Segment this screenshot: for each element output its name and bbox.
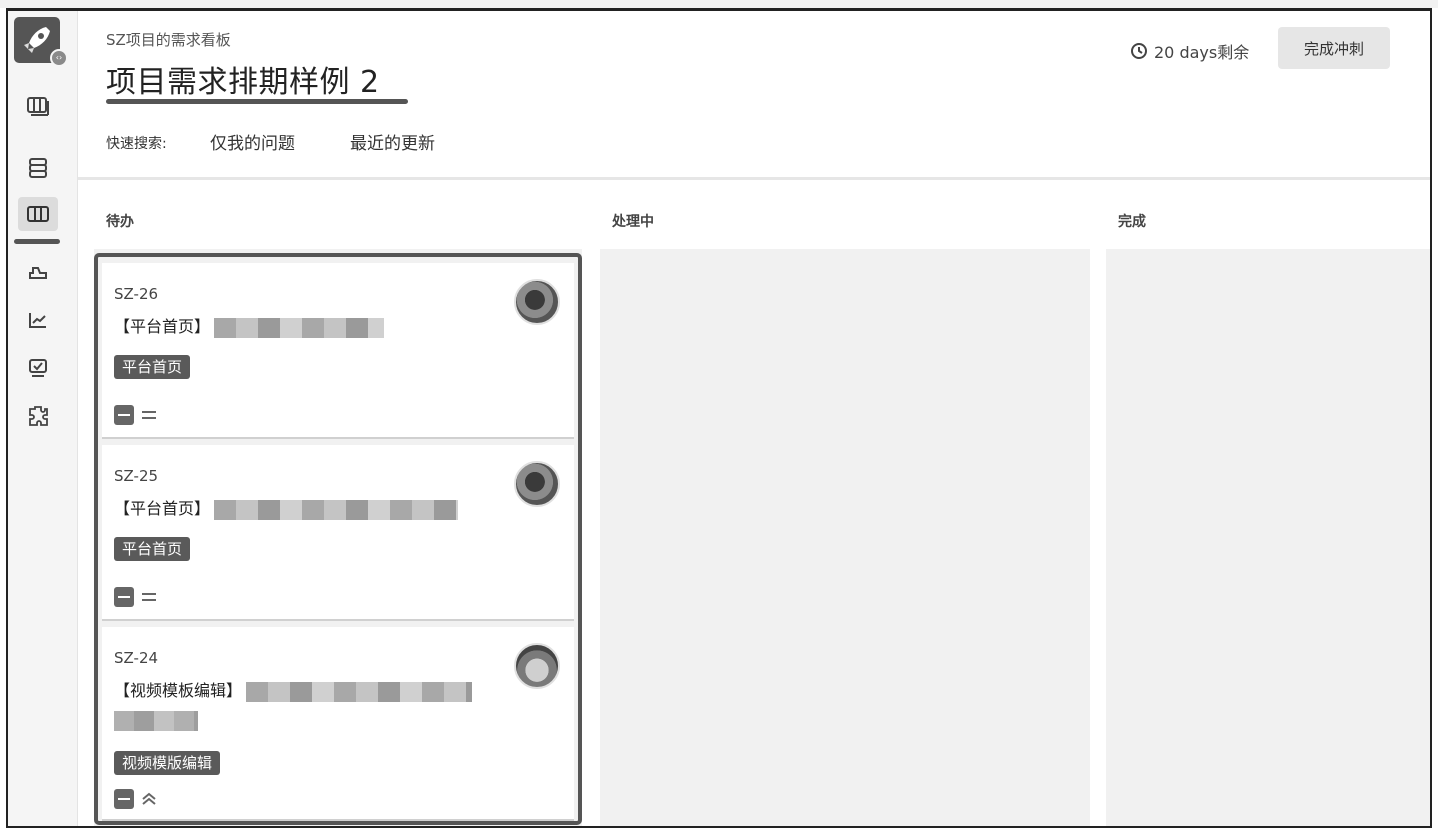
complete-sprint-button[interactable]: 完成冲刺 [1278, 27, 1390, 69]
high-priority-icon [142, 792, 156, 805]
page-title: 项目需求排期样例 2 [106, 65, 380, 100]
issue-label: 平台首页 [114, 537, 191, 561]
components-icon[interactable] [18, 351, 58, 385]
assignee-avatar[interactable] [514, 461, 560, 507]
assignee-avatar[interactable] [514, 279, 560, 325]
backlog-icon[interactable] [18, 89, 58, 123]
issue-type-icon [114, 587, 134, 607]
summary-prefix: 【平台首页】 [114, 317, 211, 336]
sidebar-nav: ‹› [8, 11, 78, 826]
issue-key[interactable]: SZ-26 [114, 285, 158, 303]
issue-key[interactable]: SZ-25 [114, 467, 158, 485]
releases-icon[interactable] [18, 255, 58, 289]
quick-search-label: 快速搜索: [106, 136, 167, 152]
reports-icon[interactable] [18, 303, 58, 337]
project-avatar[interactable]: ‹› [14, 17, 68, 67]
column-header-todo: 待办 [106, 214, 134, 230]
issue-type-icon [114, 405, 134, 425]
sprint-days-remaining: 20 days剩余 [1130, 39, 1249, 63]
project-breadcrumb[interactable]: SZ项目的需求看板 [106, 29, 231, 50]
issue-meta [114, 789, 158, 809]
column-in-progress[interactable] [600, 249, 1090, 826]
issue-summary: 【平台首页】 [114, 313, 385, 338]
assignee-avatar[interactable] [514, 643, 560, 689]
issue-summary: 【视频模板编辑】 [114, 677, 473, 702]
medium-priority-icon [142, 593, 156, 601]
summary-prefix: 【视频模板编辑】 [114, 681, 243, 700]
days-remaining-text: 20 days剩余 [1154, 43, 1250, 62]
issue-label: 平台首页 [114, 355, 191, 379]
quick-filter-recently-updated[interactable]: 最近的更新 [350, 129, 435, 154]
jira-board-window: ‹› SZ项目的需求看板 项目需求排期样例 2 快速搜索: 仅我的问题 最近的更… [6, 8, 1432, 828]
issue-summary: 【平台首页】 [114, 495, 459, 520]
issue-key[interactable]: SZ-24 [114, 649, 158, 667]
redacted-text [246, 681, 473, 702]
clock-icon [1131, 43, 1147, 59]
issue-type-icon [114, 789, 134, 809]
issue-card[interactable]: SZ-24 【视频模板编辑】 视频模版编辑 [102, 627, 574, 821]
rocket-icon [24, 27, 50, 53]
redacted-text-line2 [114, 711, 198, 731]
column-header-in-progress: 处理中 [612, 214, 654, 230]
summary-prefix: 【平台首页】 [114, 499, 211, 518]
code-badge-icon: ‹› [50, 49, 68, 67]
issue-meta [114, 405, 158, 425]
medium-priority-icon [142, 411, 156, 419]
window-top-strip [0, 0, 1438, 8]
board-icon[interactable] [18, 197, 58, 231]
add-ons-icon[interactable] [18, 399, 58, 433]
issues-icon[interactable] [18, 151, 58, 185]
issue-card[interactable]: SZ-26 【平台首页】 平台首页 [102, 263, 574, 439]
issue-label: 视频模版编辑 [114, 751, 221, 775]
column-done[interactable] [1106, 249, 1430, 826]
issue-card[interactable]: SZ-25 【平台首页】 平台首页 [102, 445, 574, 621]
title-underline-mark [106, 99, 408, 104]
active-nav-indicator [14, 239, 60, 244]
redacted-text [214, 499, 459, 520]
header-divider [78, 177, 1430, 180]
column-header-done: 完成 [1118, 214, 1146, 230]
issue-meta [114, 587, 158, 607]
redacted-text [214, 317, 385, 338]
quick-filter-only-my-issues[interactable]: 仅我的问题 [210, 129, 295, 154]
